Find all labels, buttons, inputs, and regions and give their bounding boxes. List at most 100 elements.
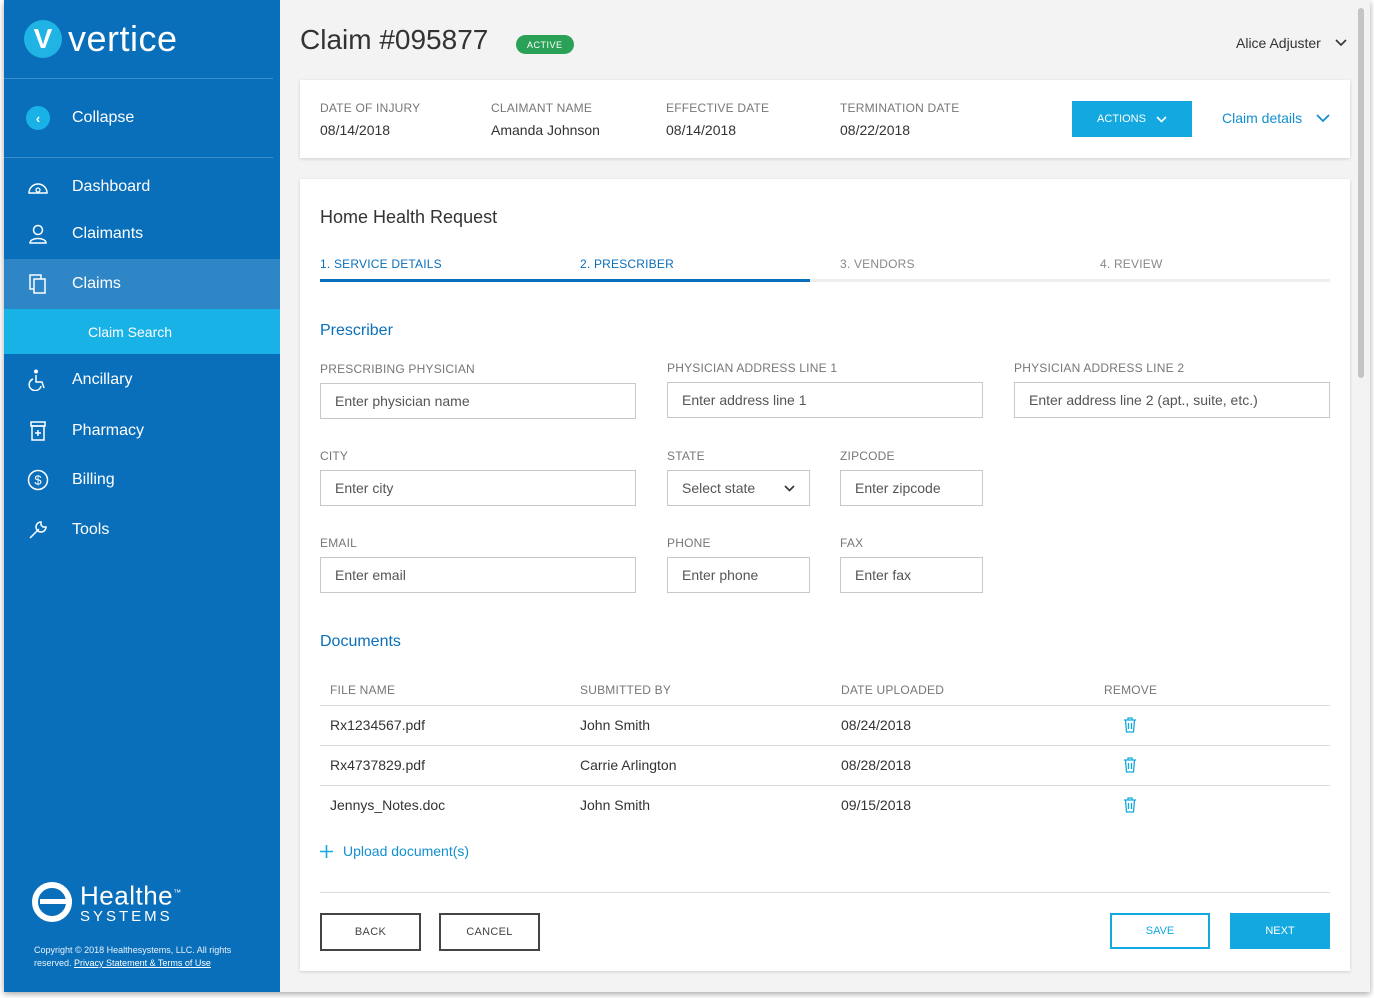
claim-details-toggle[interactable]: Claim details [1222,110,1330,126]
upload-documents-link[interactable]: Upload document(s) [320,843,469,859]
save-button[interactable]: SAVE [1110,913,1210,949]
wrench-icon [4,519,72,541]
field-label: CITY [320,449,349,463]
field-label: FAX [840,536,864,550]
dashboard-icon [4,179,72,195]
actions-button[interactable]: ACTIONS [1072,101,1192,137]
divider [4,157,273,158]
file-name-cell[interactable]: Rx1234567.pdf [330,717,425,733]
submitted-by-cell: John Smith [580,717,651,733]
submitted-by-cell: John Smith [580,797,651,813]
divider [4,78,273,79]
chevron-down-icon [784,484,795,492]
trash-icon[interactable] [1123,717,1137,733]
table-divider [320,785,1330,786]
sidebar-item-claims[interactable]: Claims [4,259,280,309]
user-name: Alice Adjuster [1236,35,1321,51]
city-field[interactable]: Enter city [320,470,636,506]
step-vendors[interactable]: 3. VENDORS [840,257,915,271]
sidebar-item-pharmacy[interactable]: Pharmacy [4,408,280,454]
chevron-down-icon [1316,113,1330,122]
collapse-button[interactable]: ‹ Collapse [4,95,280,141]
claim-details-label: Claim details [1222,110,1303,126]
step-service-details[interactable]: 1. SERVICE DETAILS [320,257,442,271]
summary-value: Amanda Johnson [491,122,600,138]
claim-summary-card: DATE OF INJURY 08/14/2018 CLAIMANT NAME … [300,80,1350,158]
date-uploaded-cell: 08/24/2018 [841,717,912,733]
brand-tm: ™ [173,888,182,897]
summary-value: 08/22/2018 [840,122,911,138]
summary-value: 08/14/2018 [320,122,391,138]
copyright: Copyright © 2018 Healthesystems, LLC. Al… [34,944,254,970]
svg-text:$: $ [34,473,42,488]
chevron-down-icon [1335,39,1347,47]
phone-field[interactable]: Enter phone [667,557,810,593]
trash-icon[interactable] [1123,757,1137,773]
vertice-logo[interactable]: V vertice [24,18,178,60]
address-line2-field[interactable]: Enter address line 2 (apt., suite, etc.) [1014,382,1330,418]
step-prescriber[interactable]: 2. PRESCRIBER [580,257,674,271]
sidebar-item-label: Dashboard [72,178,151,195]
sidebar-item-label: Tools [72,521,110,538]
sidebar-item-label: Claimants [72,225,144,242]
section-title-documents: Documents [320,633,401,650]
summary-value: 08/14/2018 [666,122,737,138]
form-title: Home Health Request [320,207,498,227]
zipcode-field[interactable]: Enter zipcode [840,470,983,506]
plus-icon [320,844,333,858]
healthe-systems-logo: Healthe™ SYSTEMS [32,880,182,924]
home-health-request-card: Home Health Request 1. SERVICE DETAILS 2… [300,179,1350,971]
chevron-down-icon [1156,115,1167,123]
fax-field[interactable]: Enter fax [840,557,983,593]
actions-label: ACTIONS [1097,113,1146,125]
status-badge: ACTIVE [516,35,574,54]
healthe-e-mark [32,881,72,922]
field-label: PHONE [667,536,711,550]
summary-label: TERMINATION DATE [840,101,960,115]
state-select-value: Select state [682,480,756,496]
sidebar-item-label: Claims [72,275,121,292]
sidebar-item-label: Pharmacy [72,422,145,439]
scrollbar[interactable] [1358,8,1364,378]
sidebar-item-billing[interactable]: $ Billing [4,457,280,503]
user-menu[interactable]: Alice Adjuster [1236,35,1347,51]
sidebar-item-dashboard[interactable]: Dashboard [4,164,280,210]
file-name-cell[interactable]: Rx4737829.pdf [330,757,425,773]
sidebar-subitem-claim-search[interactable]: Claim Search [4,309,280,354]
sidebar-item-label: Billing [72,471,115,488]
next-button[interactable]: NEXT [1230,913,1330,949]
physician-name-field[interactable]: Enter physician name [320,383,636,419]
upload-label: Upload document(s) [343,843,470,859]
brand-name: Healthe [80,880,174,911]
column-header: FILE NAME [330,683,396,697]
brand-subtitle: SYSTEMS [80,907,173,925]
app-window: V vertice ‹ Collapse Dashboard Claimants… [4,0,1370,992]
sidebar-item-claimants[interactable]: Claimants [4,211,280,257]
cancel-button[interactable]: CANCEL [439,913,540,951]
column-header: REMOVE [1104,683,1158,697]
sidebar-item-ancillary[interactable]: Ancillary [4,357,280,403]
back-button[interactable]: BACK [320,913,421,951]
email-field[interactable]: Enter email [320,557,636,593]
summary-label: EFFECTIVE DATE [666,101,770,115]
state-select[interactable]: Select state [667,470,810,506]
sidebar-item-label: Ancillary [72,371,133,388]
field-label: PHYSICIAN ADDRESS LINE 2 [1014,361,1185,375]
field-label: ZIPCODE [840,449,895,463]
logo-word: vertice [68,18,178,59]
table-divider [320,705,1330,706]
pill-bottle-icon [4,421,72,441]
submitted-by-cell: Carrie Arlington [580,757,677,773]
field-label: PHYSICIAN ADDRESS LINE 1 [667,361,838,375]
field-label: STATE [667,449,705,463]
privacy-link[interactable]: Privacy Statement & Terms of Use [74,958,211,968]
address-line1-field[interactable]: Enter address line 1 [667,382,983,418]
sidebar-item-tools[interactable]: Tools [4,507,280,553]
trash-icon[interactable] [1123,797,1137,813]
step-review[interactable]: 4. REVIEW [1100,257,1162,271]
stepper-progress [320,279,810,282]
wheelchair-icon [4,369,72,391]
footer-divider [320,892,1330,893]
file-name-cell[interactable]: Jennys_Notes.doc [330,797,445,813]
field-label: EMAIL [320,536,358,550]
